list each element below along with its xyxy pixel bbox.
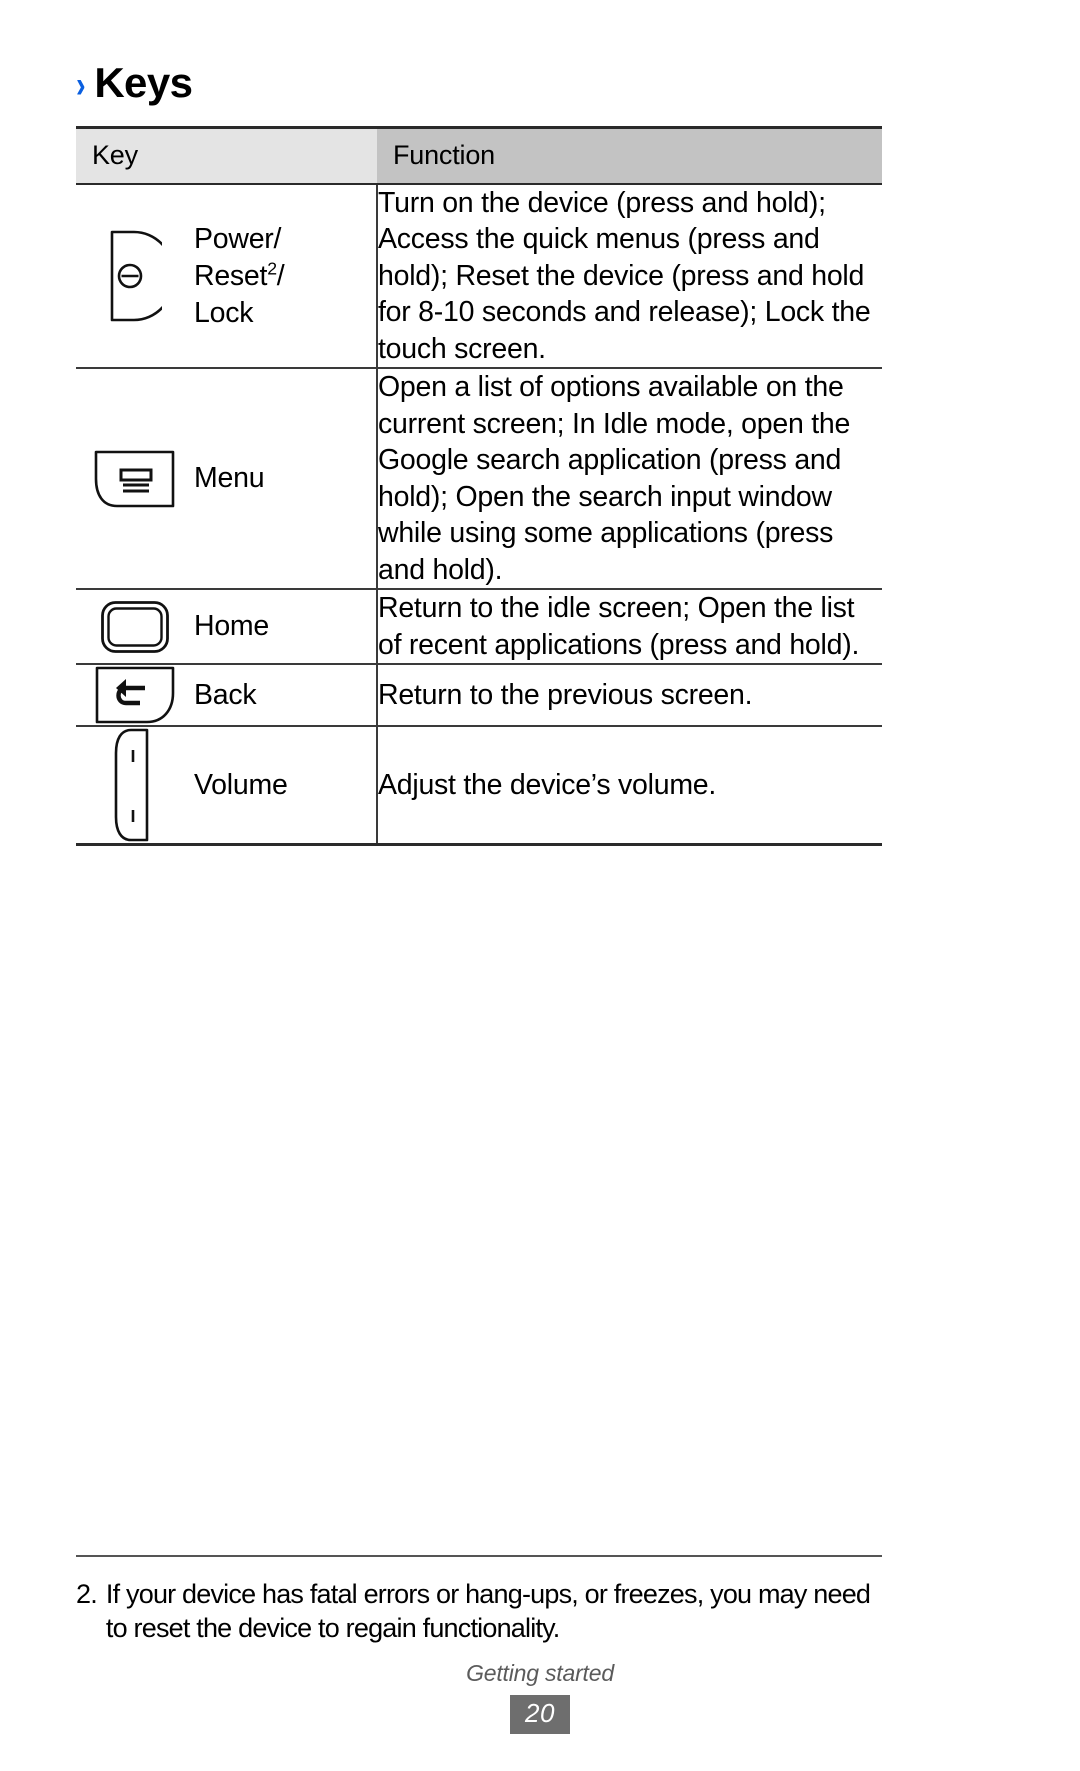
function-cell: Return to the previous screen. <box>377 664 882 728</box>
table-row: Menu Open a list of options available on… <box>76 368 882 591</box>
key-cell: Menu <box>76 368 378 591</box>
menu-key-icon <box>76 449 194 509</box>
key-label: Home <box>194 610 270 643</box>
key-label: Power/ Reset2/ Lock <box>194 221 285 332</box>
function-cell: Adjust the device’s volume. <box>377 726 882 847</box>
function-cell: Open a list of options available on the … <box>377 368 882 591</box>
page-title: › Keys <box>76 59 193 106</box>
key-cell: Power/ Reset2/ Lock <box>76 184 378 370</box>
volume-key-icon <box>76 727 194 843</box>
manual-page: › Keys Key Function Power/ Reset2/ Lock … <box>0 0 1080 1771</box>
footnote: 2. If your device has fatal errors or ha… <box>76 1555 882 1646</box>
key-cell: Volume <box>76 726 378 847</box>
page-footer: Getting started 20 <box>0 1660 1080 1734</box>
page-number: 20 <box>510 1695 570 1734</box>
footer-section-name: Getting started <box>466 1660 614 1686</box>
column-header-key: Key <box>76 126 377 185</box>
footnote-marker: 2. <box>76 1579 98 1609</box>
back-key-icon <box>76 665 194 725</box>
page-title-text: Keys <box>94 59 193 106</box>
table-row: Power/ Reset2/ Lock Turn on the device (… <box>76 184 882 370</box>
key-label: Menu <box>194 462 265 495</box>
table-row: Home Return to the idle screen; Open the… <box>76 589 882 666</box>
chevron-right-icon: › <box>76 64 86 105</box>
key-label: Back <box>194 678 257 711</box>
key-cell: Home <box>76 589 378 666</box>
home-key-icon <box>76 600 194 654</box>
column-header-function: Function <box>377 126 882 185</box>
power-key-icon <box>76 228 194 324</box>
key-cell: Back <box>76 664 378 728</box>
table-header-row: Key Function <box>76 126 882 185</box>
function-cell: Return to the idle screen; Open the list… <box>377 589 882 666</box>
key-label-line3: Lock <box>194 296 254 329</box>
function-cell: Turn on the device (press and hold); Acc… <box>377 184 882 370</box>
key-label: Volume <box>194 768 288 801</box>
footnote-text: If your device has fatal errors or hang-… <box>105 1579 871 1644</box>
footnote-ref: 2 <box>267 258 277 279</box>
table-row: Back Return to the previous screen. <box>76 664 882 728</box>
key-label-line2: Reset2/ <box>194 258 285 292</box>
key-label-line1: Power/ <box>194 222 282 255</box>
keys-table: Key Function Power/ Reset2/ Lock Turn on… <box>76 126 882 847</box>
table-row: Volume Adjust the device’s volume. <box>76 726 882 847</box>
